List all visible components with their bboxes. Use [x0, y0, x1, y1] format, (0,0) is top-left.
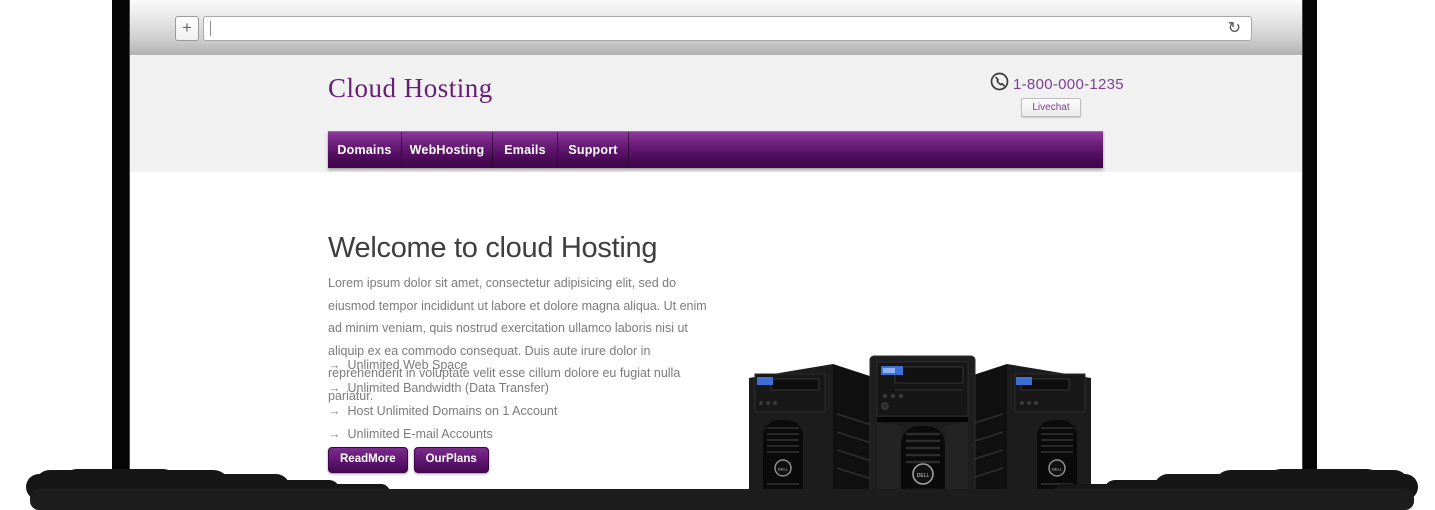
- device-frame-right: [1302, 0, 1317, 470]
- arrow-icon: →: [328, 404, 341, 418]
- nav-item-webhosting[interactable]: WebHosting: [402, 132, 493, 168]
- phone-block: 1-800-000-1235: [990, 72, 1124, 96]
- device-frame-bottom: [30, 489, 1414, 510]
- livechat-button[interactable]: Livechat: [1021, 98, 1081, 117]
- text-caret: [210, 21, 211, 36]
- feature-text: Unlimited Bandwidth (Data Transfer): [348, 381, 549, 395]
- feature-list: → Unlimited Web Space → Unlimited Bandwidt…: [328, 354, 557, 446]
- site-header: Cloud Hosting 1-800-000-1235 Livechat Do…: [130, 55, 1302, 172]
- list-item: → Unlimited Web Space: [328, 354, 557, 377]
- browser-toolbar: + ↻: [130, 0, 1302, 56]
- list-item: → Host Unlimited Domains on 1 Account: [328, 400, 557, 423]
- feature-text: Host Unlimited Domains on 1 Account: [348, 404, 558, 418]
- svg-text:DELL: DELL: [778, 467, 789, 472]
- device-mockup-canvas: + ↻ Cloud Hosting 1-800-000-1235 Livecha…: [0, 0, 1435, 510]
- arrow-icon: →: [328, 427, 341, 441]
- phone-icon: [990, 72, 1009, 96]
- arrow-icon: →: [328, 381, 341, 395]
- main-nav: Domains WebHosting Emails Support: [328, 131, 1103, 168]
- page-title: Welcome to cloud Hosting: [328, 232, 657, 265]
- url-input[interactable]: ↻: [203, 16, 1252, 41]
- nav-item-emails[interactable]: Emails: [493, 132, 558, 168]
- svg-text:DELL: DELL: [1052, 467, 1063, 472]
- feature-text: Unlimited E-mail Accounts: [348, 427, 493, 441]
- phone-number[interactable]: 1-800-000-1235: [1013, 76, 1124, 93]
- list-item: → Unlimited E-mail Accounts: [328, 423, 557, 446]
- browser-window: + ↻ Cloud Hosting 1-800-000-1235 Livecha…: [130, 0, 1302, 490]
- ourplans-button[interactable]: OurPlans: [414, 447, 489, 473]
- feature-text: Unlimited Web Space: [348, 358, 468, 372]
- list-item: → Unlimited Bandwidth (Data Transfer): [328, 377, 557, 400]
- hero-section: Welcome to cloud Hosting Lorem ipsum dol…: [130, 172, 1302, 490]
- readmore-button[interactable]: ReadMore: [328, 447, 408, 473]
- nav-item-domains[interactable]: Domains: [328, 132, 402, 168]
- refresh-icon[interactable]: ↻: [1228, 18, 1241, 39]
- nav-item-support[interactable]: Support: [558, 132, 629, 168]
- arrow-icon: →: [328, 358, 341, 372]
- hero-buttons: ReadMore OurPlans: [328, 447, 489, 473]
- site-logo[interactable]: Cloud Hosting: [328, 73, 493, 104]
- device-frame-left: [112, 0, 130, 470]
- servers-image: DELL: [745, 354, 1095, 510]
- svg-text:DELL: DELL: [917, 473, 930, 479]
- new-tab-button[interactable]: +: [175, 16, 199, 41]
